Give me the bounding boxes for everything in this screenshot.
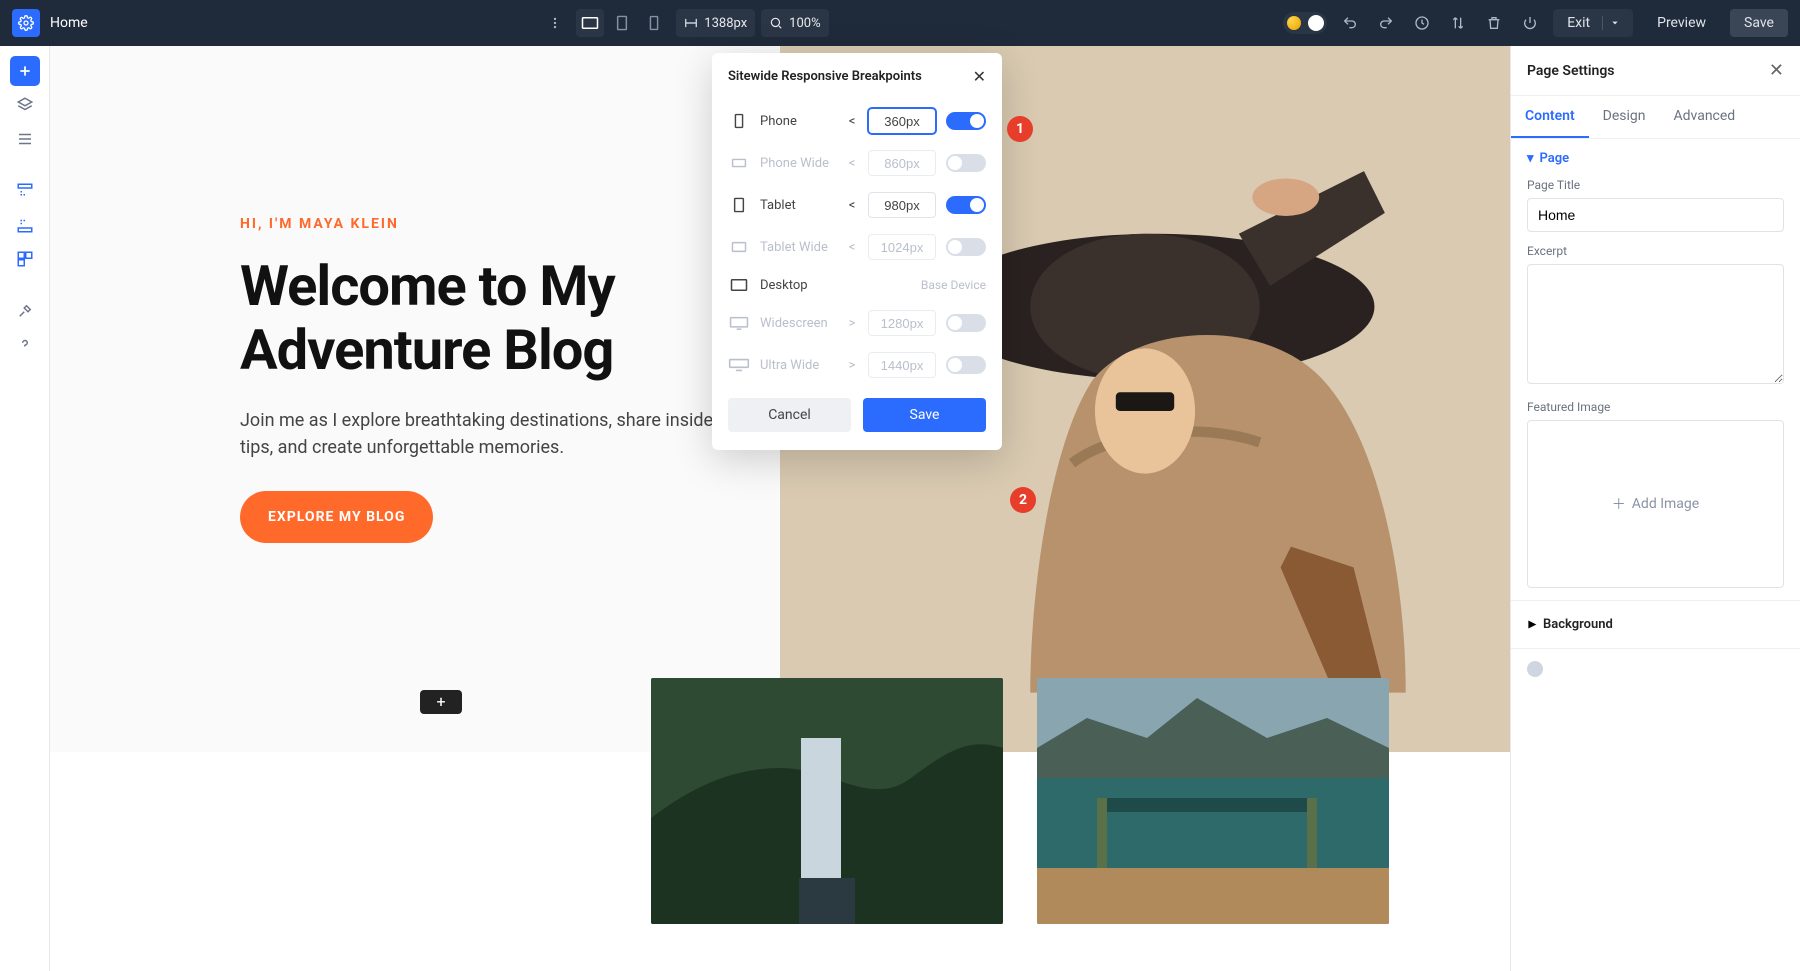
- panel-tabs: Content Design Advanced: [1511, 96, 1800, 139]
- thumbnail-2[interactable]: [1037, 678, 1389, 924]
- search-icon: [769, 16, 783, 30]
- modal-save-button[interactable]: Save: [863, 398, 986, 432]
- ultra-wide-breakpoint-toggle[interactable]: [946, 356, 986, 374]
- phone-wide-breakpoint-input[interactable]: [868, 150, 936, 176]
- canvas-zoom-value: 100%: [789, 16, 820, 31]
- exit-button[interactable]: Exit: [1553, 9, 1633, 37]
- tablet-icon: [728, 196, 750, 214]
- desktop-icon: [728, 276, 750, 294]
- hero-subtitle: Join me as I explore breathtaking destin…: [240, 407, 750, 461]
- tab-content[interactable]: Content: [1511, 96, 1589, 138]
- excerpt-label: Excerpt: [1527, 244, 1784, 258]
- sort-icon[interactable]: [1445, 10, 1471, 36]
- device-phone-icon[interactable]: [640, 9, 668, 37]
- canvas-width-value: 1388px: [704, 16, 747, 31]
- exit-label: Exit: [1567, 15, 1590, 31]
- caret-down-icon: ▾: [1527, 151, 1534, 166]
- footer-template-icon[interactable]: [10, 210, 40, 240]
- list-icon[interactable]: [10, 124, 40, 154]
- caret-right-icon: ▾: [1522, 620, 1541, 628]
- hero-left-column: HI, I'M MAYA KLEIN Welcome to My Adventu…: [50, 46, 780, 752]
- widescreen-breakpoint-toggle[interactable]: [946, 314, 986, 332]
- phone-icon: [728, 112, 750, 130]
- chevron-down-icon: [1611, 19, 1619, 27]
- annotation-2: 2: [1010, 487, 1036, 513]
- modal-cancel-button[interactable]: Cancel: [728, 398, 851, 432]
- add-element-button[interactable]: [10, 56, 40, 86]
- add-section-button[interactable]: +: [420, 690, 462, 714]
- modal-title: Sitewide Responsive Breakpoints: [728, 69, 922, 84]
- breakpoint-row-desktop: Desktop Base Device: [712, 268, 1002, 302]
- section-page-header[interactable]: ▾ Page: [1527, 151, 1784, 166]
- phone-wide-breakpoint-toggle[interactable]: [946, 154, 986, 172]
- hero-cta-button[interactable]: EXPLORE MY BLOG: [240, 491, 433, 543]
- tablet-wide-breakpoint-input[interactable]: [868, 234, 936, 260]
- device-tablet-icon[interactable]: [608, 9, 636, 37]
- phone-breakpoint-input[interactable]: [868, 108, 936, 134]
- tablet-breakpoint-toggle[interactable]: [946, 196, 986, 214]
- section-background-header[interactable]: ▾ Background: [1511, 601, 1800, 649]
- breakpoint-row-phone: Phone <: [712, 100, 1002, 142]
- phone-breakpoint-toggle[interactable]: [946, 112, 986, 130]
- layers-icon[interactable]: [10, 90, 40, 120]
- thumbnail-row: [651, 678, 1389, 924]
- add-featured-image-button[interactable]: ＋ Add Image: [1527, 420, 1784, 588]
- settings-gear-button[interactable]: [12, 9, 40, 37]
- breakpoint-row-phone-wide: Phone Wide <: [712, 142, 1002, 184]
- trash-icon[interactable]: [1481, 10, 1507, 36]
- featured-image-label: Featured Image: [1527, 400, 1784, 414]
- more-vertical-icon[interactable]: [542, 10, 568, 36]
- hero-tagline: HI, I'M MAYA KLEIN: [240, 216, 780, 232]
- tablet-wide-icon: [728, 238, 750, 256]
- undo-icon[interactable]: [1337, 10, 1363, 36]
- redo-icon[interactable]: [1373, 10, 1399, 36]
- tab-design[interactable]: Design: [1589, 96, 1660, 138]
- top-toolbar: Home 1388px 100%: [0, 0, 1800, 46]
- panel-title: Page Settings: [1527, 63, 1615, 79]
- tools-icon[interactable]: [10, 296, 40, 326]
- plus-icon: ＋: [1612, 494, 1626, 514]
- thumbnail-1[interactable]: [651, 678, 1003, 924]
- width-icon: [684, 16, 698, 30]
- tablet-wide-breakpoint-toggle[interactable]: [946, 238, 986, 256]
- canvas-width-input[interactable]: 1388px: [676, 9, 755, 37]
- header-template-icon[interactable]: [10, 176, 40, 206]
- page-name-label: Home: [50, 15, 88, 31]
- base-device-label: Base Device: [921, 278, 986, 292]
- tablet-breakpoint-input[interactable]: [868, 192, 936, 218]
- right-panel: Page Settings ✕ Content Design Advanced …: [1510, 46, 1800, 971]
- excerpt-textarea[interactable]: [1527, 264, 1784, 384]
- hero-title: Welcome to My Adventure Blog: [240, 254, 780, 383]
- tab-advanced[interactable]: Advanced: [1660, 96, 1750, 138]
- widescreen-icon: [728, 314, 750, 332]
- breakpoint-row-tablet-wide: Tablet Wide <: [712, 226, 1002, 268]
- breakpoint-row-ultra-wide: Ultra Wide >: [712, 344, 1002, 386]
- save-button[interactable]: Save: [1730, 9, 1788, 37]
- help-icon[interactable]: [10, 330, 40, 360]
- global-blocks-icon[interactable]: [10, 244, 40, 274]
- canvas-zoom-input[interactable]: 100%: [761, 9, 828, 37]
- widescreen-breakpoint-input[interactable]: [868, 310, 936, 336]
- breakpoints-modal: Sitewide Responsive Breakpoints ✕ Phone …: [712, 53, 1002, 450]
- left-rail: [0, 46, 50, 971]
- page-title-input[interactable]: [1527, 198, 1784, 232]
- breakpoint-row-tablet: Tablet <: [712, 184, 1002, 226]
- modal-close-button[interactable]: ✕: [973, 67, 986, 86]
- history-icon[interactable]: [1409, 10, 1435, 36]
- annotation-1: 1: [1007, 116, 1033, 142]
- preview-button[interactable]: Preview: [1643, 9, 1720, 37]
- page-title-label: Page Title: [1527, 178, 1784, 192]
- ultra-wide-breakpoint-input[interactable]: [868, 352, 936, 378]
- breakpoint-row-widescreen: Widescreen >: [712, 302, 1002, 344]
- close-panel-button[interactable]: ✕: [1769, 60, 1784, 81]
- ultra-wide-icon: [728, 356, 750, 374]
- theme-toggle[interactable]: [1283, 12, 1327, 34]
- phone-wide-icon: [728, 154, 750, 172]
- power-icon[interactable]: [1517, 10, 1543, 36]
- device-desktop-icon[interactable]: [576, 9, 604, 37]
- help-dot-icon[interactable]: [1527, 661, 1543, 677]
